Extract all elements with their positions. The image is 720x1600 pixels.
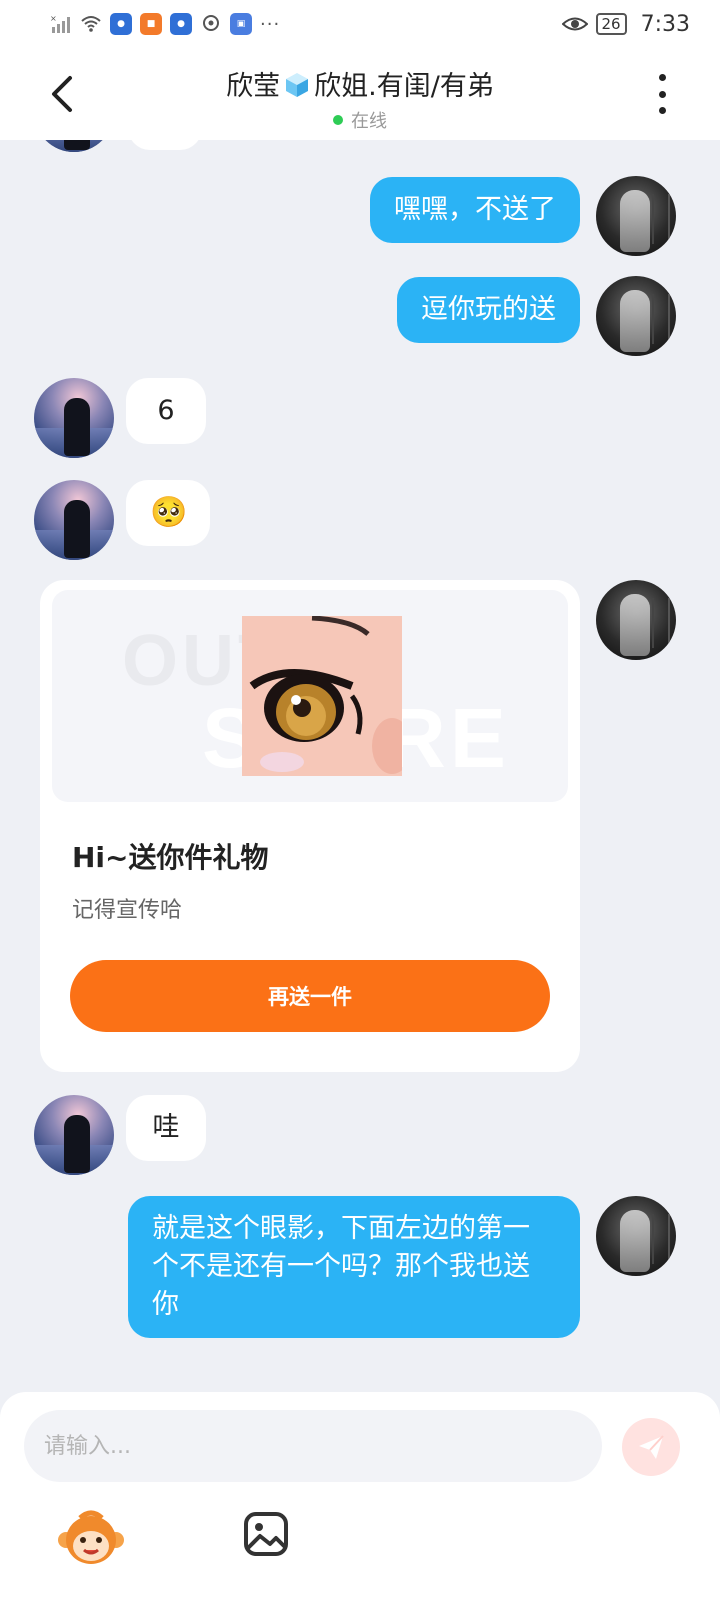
chat-title-block: 欣莹 欣姐.有闺/有弟 在线 <box>110 64 610 133</box>
my-avatar[interactable] <box>596 176 676 256</box>
location-icon <box>203 15 219 31</box>
app-notification-icon: ■ <box>140 13 162 35</box>
chat-title-part2: 欣姐.有闺/有弟 <box>314 71 494 102</box>
message-list[interactable]: 嘿嘿，不送了 逗你玩的送 6 🥺 OUTER STORE <box>0 140 720 1392</box>
more-dot <box>658 107 666 114</box>
status-bar-left: × ● ■ ● ▣ ··· <box>50 13 280 35</box>
paper-plane-icon <box>639 1435 664 1459</box>
more-dot <box>658 74 666 81</box>
wifi-icon <box>81 16 101 32</box>
message-input[interactable] <box>24 1410 602 1482</box>
app-notification-icon: ● <box>170 13 192 35</box>
gift-product-image[interactable] <box>242 616 402 776</box>
my-avatar[interactable] <box>596 580 676 660</box>
avatar-window <box>652 1214 670 1264</box>
status-bar-right: 26 7:33 <box>561 11 690 37</box>
message-bubble-sent[interactable]: 嘿嘿，不送了 <box>370 177 580 243</box>
more-dot <box>658 90 666 98</box>
chat-title: 欣莹 欣姐.有闺/有弟 <box>226 64 494 103</box>
avatar-figure <box>620 190 650 252</box>
avatar-window <box>652 194 670 244</box>
contact-avatar[interactable] <box>34 378 114 458</box>
message-bubble-received[interactable]: 哇 <box>126 1095 206 1161</box>
my-avatar[interactable] <box>596 1196 676 1276</box>
clock: 7:33 <box>640 11 690 37</box>
chat-title-part1: 欣莹 <box>226 71 281 102</box>
gift-subtitle: 记得宣传哈 <box>72 898 183 923</box>
avatar-silhouette <box>64 500 90 558</box>
avatar-silhouette <box>64 398 90 456</box>
monkey-emoji-icon[interactable] <box>58 1510 124 1570</box>
contact-avatar[interactable] <box>34 1095 114 1175</box>
online-dot <box>333 115 343 125</box>
avatar-figure <box>620 1210 650 1272</box>
avatar-window <box>652 598 670 648</box>
app-notification-icon: ▣ <box>230 13 252 35</box>
svg-text:×: × <box>50 14 57 23</box>
app-notification-icon: ● <box>110 13 132 35</box>
avatar-silhouette <box>64 1115 90 1173</box>
avatar-window <box>652 294 670 344</box>
no-signal-icon: × <box>50 14 70 33</box>
avatar-silhouette <box>64 140 90 150</box>
gift-title: Hi~送你件礼物 <box>72 841 269 874</box>
contact-avatar[interactable] <box>34 140 114 152</box>
more-notifications-indicator: ··· <box>260 13 281 35</box>
message-bubble-sent[interactable]: 就是这个眼影，下面左边的第一个不是还有一个吗？那个我也送你 <box>128 1196 580 1338</box>
message-bubble-sent[interactable]: 逗你玩的送 <box>397 277 580 343</box>
ice-cube-icon <box>286 72 309 97</box>
avatar-figure <box>620 290 650 352</box>
my-avatar[interactable] <box>596 276 676 356</box>
chat-header: 欣莹 欣姐.有闺/有弟 在线 <box>0 48 720 140</box>
message-bubble-partial <box>128 140 202 150</box>
online-status: 在线 <box>110 107 610 133</box>
send-another-gift-button[interactable]: 再送一件 <box>70 960 550 1032</box>
gift-image-area: OUTER STORE <box>52 590 568 802</box>
battery-indicator: 26 <box>595 13 627 35</box>
more-vertical-icon[interactable] <box>652 74 672 114</box>
avatar-figure <box>620 594 650 656</box>
online-status-label: 在线 <box>351 111 387 132</box>
message-bubble-received[interactable]: 6 <box>126 378 206 444</box>
chevron-left-icon[interactable] <box>44 72 84 116</box>
send-button[interactable] <box>622 1418 680 1476</box>
message-bubble-received[interactable]: 🥺 <box>126 480 210 546</box>
gift-card[interactable]: OUTER STORE Hi~送你件礼物 记得宣传哈 再送一件 <box>40 580 580 1072</box>
contact-avatar[interactable] <box>34 480 114 560</box>
status-bar: × ● ■ ● ▣ ··· 26 7:33 <box>0 0 720 48</box>
eye-comfort-icon <box>561 17 588 31</box>
image-icon[interactable] <box>242 1510 290 1558</box>
composer-bar <box>0 1392 720 1600</box>
